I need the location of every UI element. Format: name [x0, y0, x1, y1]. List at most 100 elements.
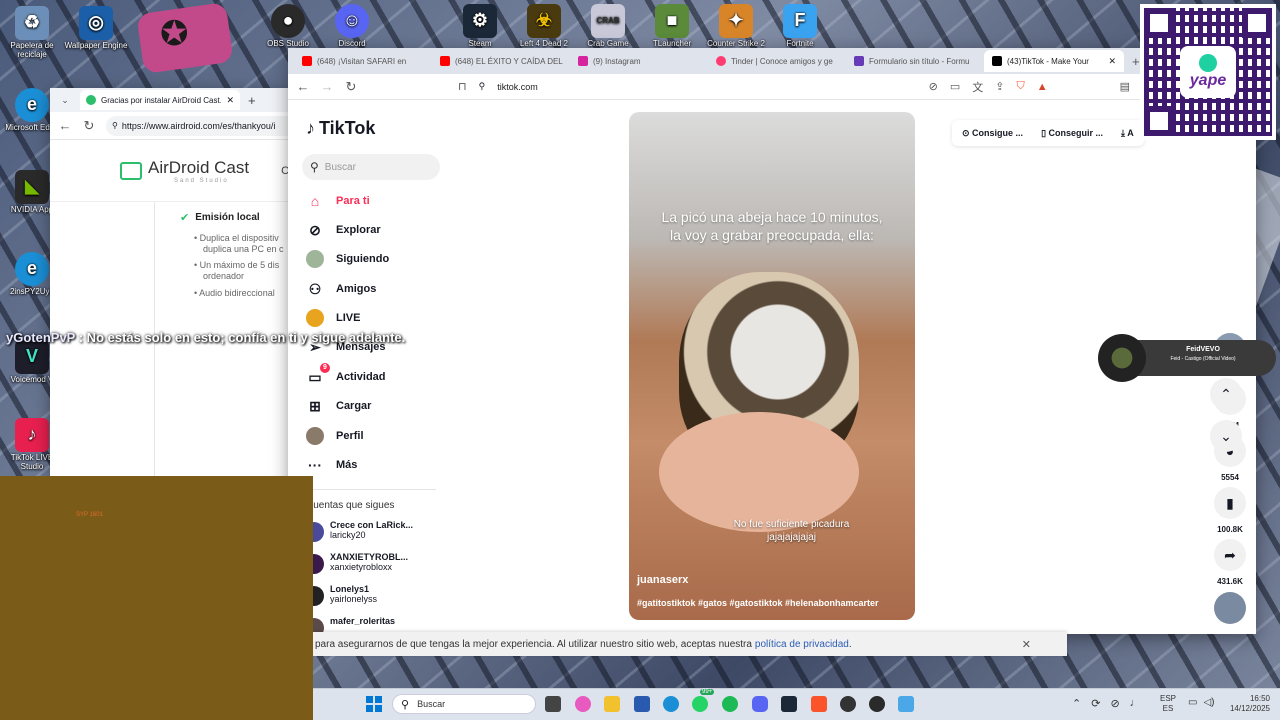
- site-info-icon[interactable]: ⚲: [479, 81, 486, 92]
- sound-disc[interactable]: [1214, 592, 1246, 624]
- next-video-button[interactable]: ⌄: [1210, 420, 1242, 452]
- video-author[interactable]: juanaserx: [637, 574, 688, 586]
- get-coins-button[interactable]: ⊙ Consigue ...: [962, 128, 1023, 139]
- desktop-icon-left4dead2[interactable]: ☣ Left 4 Dead 2: [512, 4, 576, 49]
- translate-icon[interactable]: 文: [972, 79, 983, 95]
- nav-explorar[interactable]: ⊘ Explorar: [306, 221, 381, 239]
- nav-perfil[interactable]: Perfil: [306, 427, 364, 445]
- video-player[interactable]: La picó una abeja hace 10 minutos, la vo…: [629, 112, 915, 620]
- tab-title: Tinder | Conoce amigos y ge: [731, 56, 833, 66]
- reload-icon[interactable]: ↻: [82, 118, 96, 134]
- bookmark-star-icon[interactable]: ⊓: [458, 80, 467, 93]
- tlauncher-icon: ■: [655, 4, 689, 38]
- search-input[interactable]: ⚲ Buscar: [302, 154, 440, 180]
- url-field[interactable]: ⊓ ⚲ tiktok.com: [368, 77, 919, 97]
- airdroid-url-field[interactable]: ⚲ https://www.airdroid.com/es/thankyou/i: [106, 115, 312, 136]
- desktop-icon-fortnite[interactable]: F Fortnite: [768, 4, 832, 49]
- tab-youtube-2[interactable]: (648) EL ÉXITO Y CAÍDA DEL: [432, 50, 570, 72]
- airdroid-logo[interactable]: AirDroid Cast Sand Studio: [148, 158, 249, 184]
- start-button[interactable]: [366, 696, 382, 712]
- bookmark-button[interactable]: ▮ 100.8K: [1214, 487, 1246, 534]
- reload-icon[interactable]: ↻: [344, 79, 358, 95]
- nav-actividad[interactable]: ▭ 9 Actividad: [306, 363, 386, 386]
- task-view-icon[interactable]: [545, 696, 561, 712]
- nav-para-ti[interactable]: ⌂ Para ti: [306, 192, 370, 210]
- desktop-icon-obs[interactable]: ● OBS Studio: [256, 4, 320, 49]
- nav-mas[interactable]: ··· Más: [306, 456, 357, 474]
- sidebar-icon[interactable]: ▤: [1120, 80, 1130, 93]
- video-hashtags[interactable]: #gatitostiktok #gatos #gatostiktok #hele…: [637, 598, 879, 608]
- nvidia-icon: ◣: [15, 170, 49, 204]
- chevron-down-icon[interactable]: ⌄: [58, 95, 72, 106]
- tab-instagram[interactable]: (9) Instagram: [570, 50, 708, 72]
- obs-icon[interactable]: [840, 696, 856, 712]
- quick-settings[interactable]: ▭ ◁): [1188, 697, 1214, 708]
- tab-forms[interactable]: Formulario sin título - Formu: [846, 50, 984, 72]
- new-tab-icon[interactable]: +: [248, 93, 256, 108]
- close-tab-icon[interactable]: ✕: [226, 95, 234, 106]
- brave-icon[interactable]: [811, 696, 827, 712]
- language-indicator[interactable]: ESP ES: [1160, 694, 1176, 714]
- desktop-icon-tlauncher[interactable]: ■ TLauncher: [640, 4, 704, 49]
- file-explorer-icon[interactable]: [604, 696, 620, 712]
- tray-app-icon-2[interactable]: ⊘: [1110, 697, 1119, 710]
- date: 14/12/2025: [1229, 704, 1270, 713]
- discord-icon[interactable]: [752, 696, 768, 712]
- download-button[interactable]: ⤓ A: [1121, 128, 1134, 139]
- app-icon-2[interactable]: [898, 696, 914, 712]
- back-icon[interactable]: ←: [58, 118, 72, 133]
- new-tab-icon[interactable]: +: [1132, 54, 1140, 69]
- back-icon[interactable]: ←: [296, 79, 310, 94]
- close-icon[interactable]: ✕: [1022, 638, 1031, 651]
- button-label: Conseguir ...: [1048, 127, 1104, 138]
- tab-youtube-1[interactable]: (648) ¡Visitan SAFARI en: [294, 50, 432, 72]
- edge-icon[interactable]: [663, 696, 679, 712]
- nav-live[interactable]: LIVE: [306, 309, 360, 327]
- tiktok-logo[interactable]: ♪ TikTok: [306, 118, 375, 139]
- brave-rewards-icon[interactable]: ▲: [1037, 81, 1048, 93]
- steam-icon[interactable]: [781, 696, 797, 712]
- get-app-button[interactable]: ▯ Conseguir ...: [1041, 128, 1103, 139]
- clock[interactable]: 16:50 14/12/2025: [1226, 694, 1270, 714]
- nav-cargar[interactable]: ⊞ Cargar: [306, 397, 371, 415]
- store-icon[interactable]: [634, 696, 650, 712]
- whatsapp-icon[interactable]: 99+: [692, 689, 715, 712]
- following-title: Cuentas que sigues: [306, 500, 395, 511]
- tiktok-logo-icon: ♪: [306, 118, 315, 138]
- nav-amigos[interactable]: ⚇ Amigos: [306, 280, 377, 298]
- privacy-policy-link[interactable]: política de privacidad: [755, 639, 849, 650]
- desktop-icon-steam[interactable]: ⚙ Steam: [448, 4, 512, 49]
- share-icon[interactable]: ⇪: [995, 80, 1004, 93]
- tray-app-icon[interactable]: ⟳: [1091, 697, 1100, 710]
- desktop-icon-recycle-bin[interactable]: ♻ Papelera de reciclaje: [0, 6, 64, 60]
- close-tab-icon[interactable]: ✕: [1108, 56, 1116, 67]
- app-icon[interactable]: [869, 696, 885, 712]
- tab-tiktok[interactable]: (43)TikTok - Make Your ✕: [984, 50, 1124, 72]
- chevron-up-icon[interactable]: ⌃: [1072, 697, 1081, 710]
- taskbar-search[interactable]: ⚲ Buscar: [392, 694, 536, 714]
- copilot-icon[interactable]: [575, 696, 591, 712]
- airdroid-tab[interactable]: Gracias por instalar AirDroid Cast. ✕: [80, 90, 240, 110]
- forward-icon[interactable]: →: [320, 79, 334, 94]
- eye-off-icon[interactable]: ⊘: [929, 80, 938, 93]
- following-item[interactable]: Crece con LaRick... laricky20: [304, 520, 413, 542]
- desktop-icon-crab-game[interactable]: CRAB Crab Game: [576, 4, 640, 49]
- yape-label: yape: [1189, 72, 1227, 89]
- spotify-icon[interactable]: [722, 696, 738, 712]
- tab-tinder[interactable]: Tinder | Conoce amigos y ge: [708, 50, 846, 72]
- install-icon[interactable]: ▭: [950, 80, 960, 93]
- chevron-down-icon: ⌄: [1220, 427, 1232, 444]
- desktop-icon-wallpaper-engine[interactable]: ◎ Wallpaper Engine: [64, 6, 128, 51]
- following-item[interactable]: XANXIETYROBL... xanxietyrobloxx: [304, 552, 408, 574]
- floating-player[interactable]: FeidVEVO Feid - Castigo (Official Video): [1098, 334, 1276, 382]
- nav-siguiendo[interactable]: Siguiendo: [306, 250, 389, 268]
- following-item[interactable]: Lonelys1 yairlonelyss: [304, 584, 377, 606]
- previous-video-button[interactable]: ⌃: [1210, 378, 1242, 410]
- microphone-icon[interactable]: ♩: [1130, 697, 1141, 710]
- taskbar-search-text: Buscar: [417, 699, 446, 709]
- desktop-icon-discord[interactable]: ☺ Discord: [320, 4, 384, 49]
- desktop-icon-cs2[interactable]: ✦ Counter Strike 2: [704, 4, 768, 49]
- share-button[interactable]: ➦ 431.6K: [1214, 539, 1246, 586]
- tab-title: Formulario sin título - Formu: [869, 56, 970, 66]
- brave-shield-icon[interactable]: ⛉: [1016, 80, 1024, 93]
